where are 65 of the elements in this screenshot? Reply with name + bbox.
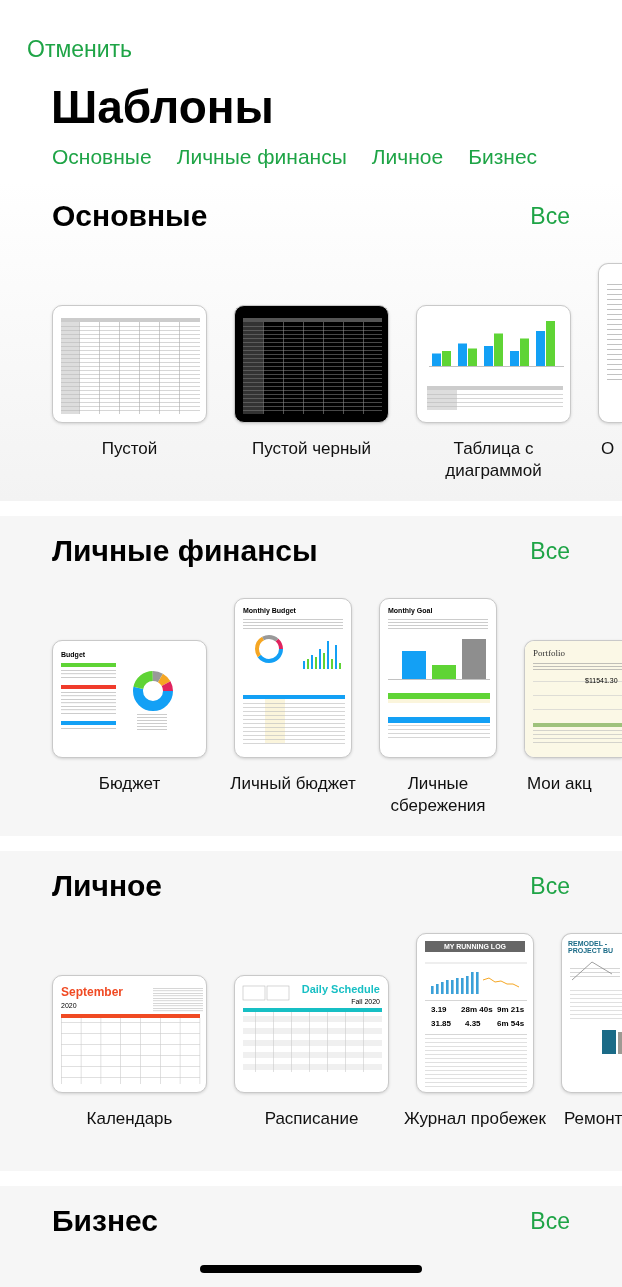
chart-bar (436, 984, 439, 994)
page-title: Шаблоны (50, 80, 275, 135)
thumbnail-text: Portfolio (533, 649, 565, 658)
template-thumbnail[interactable] (598, 263, 622, 423)
template-name: Личный бюджет (230, 773, 356, 795)
category-tab[interactable]: Личное (371, 142, 444, 172)
chart-bar (476, 972, 479, 994)
see-all-link[interactable]: Все (530, 1206, 570, 1236)
chart-bar (451, 980, 454, 994)
thumbnail-text: 28m 40s (461, 1006, 493, 1014)
chart-bar (471, 972, 474, 994)
category-tab[interactable]: Основные (52, 142, 152, 172)
template-thumbnail[interactable] (234, 305, 389, 423)
chart-bar (432, 665, 456, 679)
chart-bar (442, 351, 451, 366)
chart-bar (461, 978, 464, 994)
chart-bar (536, 331, 545, 366)
section-title: Личные финансы (52, 534, 318, 568)
template-thumbnail[interactable] (416, 305, 571, 423)
chart-bar (462, 639, 486, 679)
category-tab[interactable]: Личные финансы (176, 142, 347, 172)
chart-bar (446, 980, 449, 994)
thumbnail-text: 6m 54s (497, 1020, 525, 1028)
template-name: Личные сбережения (389, 773, 487, 817)
thumbnail-text: September (61, 986, 124, 998)
section-title: Личное (52, 869, 163, 903)
template-name: Пустой черный (251, 438, 372, 460)
chart-bar (441, 982, 444, 994)
donut-chart-drawing (133, 671, 173, 711)
thumbnail-text: 4.35 (465, 1020, 481, 1028)
chart-bar (431, 986, 434, 994)
template-name: Пустой (101, 438, 158, 460)
cancel-button[interactable]: Отменить (27, 36, 133, 62)
see-all-link[interactable]: Все (530, 536, 570, 566)
thumbnail-text: Daily Schedule (301, 984, 380, 995)
chart-bar (456, 978, 459, 994)
template-name: Расписание (264, 1108, 359, 1130)
thumbnail-text: 9m 21s (497, 1006, 525, 1014)
see-all-link[interactable]: Все (530, 871, 570, 901)
template-thumbnail[interactable] (52, 305, 207, 423)
field-drawing (266, 985, 290, 1001)
thumbnail-text: 3.19 (431, 1006, 447, 1014)
section-title: Основные (52, 199, 208, 233)
field-drawing (242, 985, 266, 1001)
chart-bar (402, 651, 426, 679)
chart-bar (468, 348, 477, 366)
chart-bar (602, 1030, 616, 1054)
see-all-link[interactable]: Все (530, 201, 570, 231)
chart-bar (458, 343, 467, 366)
template-name: Ремонт (563, 1108, 622, 1130)
chart-line (482, 977, 520, 988)
chart-bar (466, 976, 469, 994)
template-name: О (600, 438, 615, 460)
donut-chart-drawing (255, 635, 283, 663)
template-name: Журнал пробежек (404, 1108, 546, 1130)
chart-bar (618, 1032, 622, 1054)
template-name: Мои акц (526, 773, 592, 795)
template-name: Календарь (86, 1108, 173, 1130)
section-title: Бизнес (52, 1204, 158, 1238)
template-name: Таблица с диаграммой (444, 438, 543, 482)
category-tab[interactable]: Бизнес (468, 142, 538, 172)
thumbnail-text: 31.85 (431, 1020, 452, 1028)
chart-bar (546, 321, 555, 366)
template-name: Бюджет (98, 773, 161, 795)
chart-bar (432, 353, 441, 366)
